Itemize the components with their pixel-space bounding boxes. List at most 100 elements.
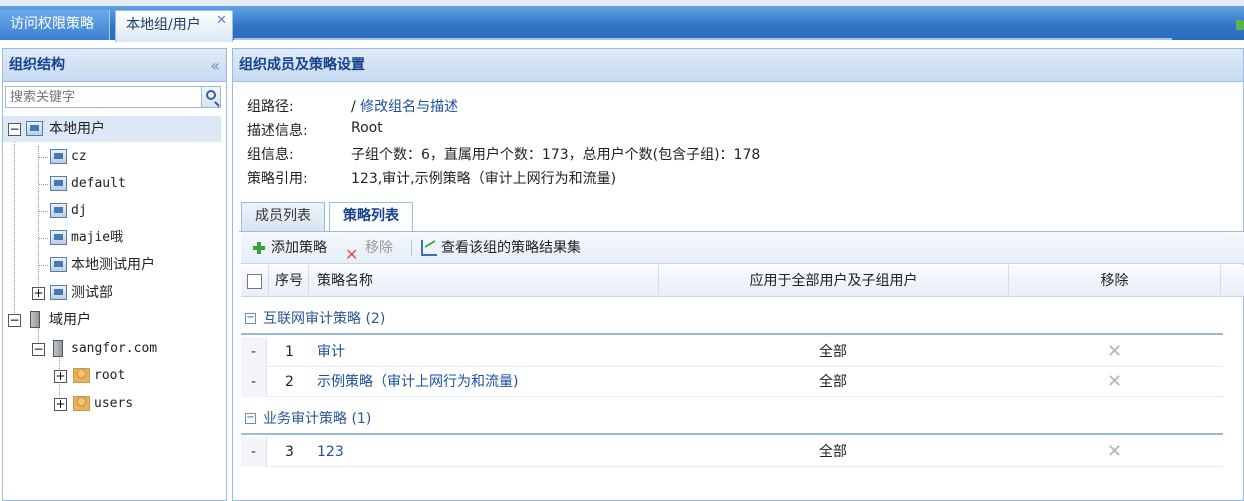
tree-node-root[interactable]: + root xyxy=(3,363,221,389)
tree-node-label: root xyxy=(94,368,126,383)
tree-line xyxy=(39,238,48,239)
remove-policy-button[interactable]: ✕ 移除 xyxy=(345,232,405,264)
collapse-toggle[interactable]: − xyxy=(32,343,45,356)
select-all-cell[interactable] xyxy=(241,265,269,297)
view-result-set-button[interactable]: 查看该组的策略结果集 xyxy=(417,232,607,264)
info-value: 子组个数：6，直属用户个数：173，总用户个数(包含子组)：178 xyxy=(351,147,761,163)
tab-access-policy[interactable]: 访问权限策略 xyxy=(0,10,110,40)
col-policy-name[interactable]: 策略名称 xyxy=(309,265,659,297)
group-collapse-icon[interactable]: − xyxy=(245,413,256,424)
tree-node-users[interactable]: + users xyxy=(3,391,221,417)
table-row[interactable]: - 2 示例策略（审计上网行为和流量) 全部 ✕ xyxy=(241,367,1223,397)
expand-toggle[interactable]: + xyxy=(32,287,45,300)
policy-name-link[interactable]: 123 xyxy=(317,437,344,467)
tree-node-default[interactable]: default xyxy=(3,171,221,197)
tree-node-sangfor[interactable]: − sangfor.com xyxy=(3,336,221,362)
user-group-icon xyxy=(50,176,67,191)
panel-title-text: 组织成员及策略设置 xyxy=(239,57,365,73)
server-icon xyxy=(53,340,63,357)
row-expander[interactable]: - xyxy=(241,437,267,467)
search-button[interactable] xyxy=(201,86,221,108)
tree-node-label: 测试部 xyxy=(71,285,113,301)
user-group-icon xyxy=(50,230,67,245)
row-index: 1 xyxy=(285,344,294,360)
search-icon xyxy=(206,90,216,100)
tree-node-label: users xyxy=(94,396,134,411)
collapse-toggle[interactable]: − xyxy=(8,314,21,327)
panel-title: 组织结构 « xyxy=(3,49,226,82)
tab-member-list[interactable]: 成员列表 xyxy=(241,202,325,231)
tree-node-label: 域用户 xyxy=(49,312,91,328)
tree-node-label: majie哦 xyxy=(71,230,124,245)
tree-node-majie[interactable]: majie哦 xyxy=(3,225,221,251)
policy-group-internet-audit[interactable]: − 互联网审计策略 (2) xyxy=(241,303,1223,335)
user-group-icon xyxy=(50,257,67,272)
user-icon xyxy=(73,396,90,411)
info-label: 描述信息: xyxy=(247,123,308,139)
info-label: 策略引用: xyxy=(247,171,308,187)
server-icon xyxy=(30,311,40,328)
group-collapse-icon[interactable]: − xyxy=(245,313,256,324)
table-row[interactable]: - 3 123 全部 ✕ xyxy=(241,437,1223,467)
remove-icon[interactable]: ✕ xyxy=(1107,367,1122,397)
tree-node-label: 本地测试用户 xyxy=(71,257,155,273)
tree-node-domain-users[interactable]: − 域用户 xyxy=(3,307,221,333)
tab-label: 本地组/用户 xyxy=(126,17,201,33)
search-input[interactable] xyxy=(5,86,203,108)
plus-icon xyxy=(253,242,265,254)
tree-node-local-test-user[interactable]: 本地测试用户 xyxy=(3,252,221,278)
apply-scope: 全部 xyxy=(819,344,847,360)
policy-toolbar: 添加策略 ✕ 移除 查看该组的策略结果集 xyxy=(241,232,1244,264)
apply-scope: 全部 xyxy=(819,374,847,390)
user-group-icon xyxy=(50,285,67,300)
chart-icon xyxy=(421,240,437,256)
org-structure-panel: 组织结构 « − 本地用户 cz default dj majie哦 本地测试用… xyxy=(2,48,227,501)
collapse-icon[interactable]: « xyxy=(210,49,220,82)
col-remove[interactable]: 移除 xyxy=(1009,265,1221,297)
tree-node-label: dj xyxy=(71,203,87,218)
tree-node-label: sangfor.com xyxy=(71,341,158,356)
add-policy-button[interactable]: 添加策略 xyxy=(241,232,336,264)
tab-policy-list[interactable]: 策略列表 xyxy=(329,202,413,232)
row-expander[interactable]: - xyxy=(241,367,267,397)
user-group-icon xyxy=(50,149,67,164)
user-group-icon xyxy=(26,121,43,136)
select-all-checkbox[interactable] xyxy=(247,274,262,289)
expand-toggle[interactable]: + xyxy=(54,398,67,411)
remove-icon[interactable]: ✕ xyxy=(1107,337,1122,367)
col-index[interactable]: 序号 xyxy=(269,265,309,297)
tree-node-local-users[interactable]: − 本地用户 xyxy=(3,116,221,142)
info-value: 123,审计,示例策略（审计上网行为和流量) xyxy=(351,171,617,187)
collapse-toggle[interactable]: − xyxy=(8,123,21,136)
info-value: Root xyxy=(351,120,383,136)
edit-group-link[interactable]: 修改组名与描述 xyxy=(360,99,458,115)
policy-name-link[interactable]: 示例策略（审计上网行为和流量) xyxy=(317,367,518,397)
table-row[interactable]: - 1 审计 全部 ✕ xyxy=(241,337,1223,367)
col-apply-all[interactable]: 应用于全部用户及子组用户 xyxy=(659,265,1009,297)
tree-line xyxy=(39,157,48,158)
path-prefix: / xyxy=(351,99,356,115)
tab-label: 访问权限策略 xyxy=(10,16,94,32)
refresh-icon[interactable] xyxy=(1236,20,1244,30)
button-label: 查看该组的策略结果集 xyxy=(441,240,581,256)
close-icon[interactable]: ✕ xyxy=(216,7,227,35)
info-label: 组路径: xyxy=(247,99,294,115)
row-expander[interactable]: - xyxy=(241,337,267,367)
tab-local-group-user[interactable]: 本地组/用户 ✕ xyxy=(115,10,233,42)
panel-title-text: 组织结构 xyxy=(9,57,65,73)
group-title: 互联网审计策略 (2) xyxy=(263,311,386,327)
policy-group-business-audit[interactable]: − 业务审计策略 (1) xyxy=(241,403,1223,435)
remove-icon[interactable]: ✕ xyxy=(1107,437,1122,467)
tree-node-test-dept[interactable]: + 测试部 xyxy=(3,280,221,306)
info-value: / 修改组名与描述 xyxy=(351,96,458,116)
expand-toggle[interactable]: + xyxy=(54,370,67,383)
policy-name-link[interactable]: 审计 xyxy=(317,337,345,367)
tree-node-dj[interactable]: dj xyxy=(3,198,221,224)
button-label: 移除 xyxy=(365,240,393,256)
tree-node-cz[interactable]: cz xyxy=(3,144,221,170)
row-index: 3 xyxy=(285,444,294,460)
grid-header: 序号 策略名称 应用于全部用户及子组用户 移除 xyxy=(241,265,1244,297)
panel-title: 组织成员及策略设置 xyxy=(233,49,1243,82)
apply-scope: 全部 xyxy=(819,444,847,460)
button-label: 添加策略 xyxy=(271,240,327,256)
